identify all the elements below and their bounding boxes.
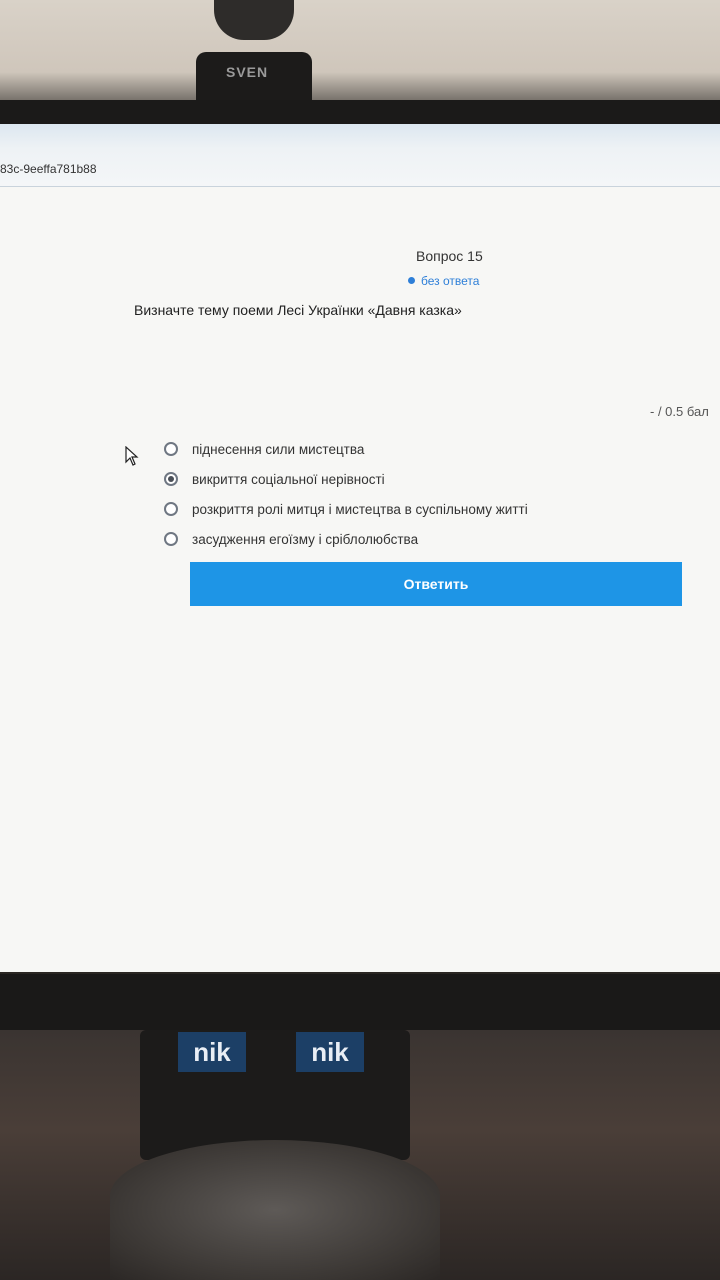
question-prompt: Визначте тему поеми Лесі Українки «Давня… xyxy=(134,302,462,318)
answer-option[interactable]: викриття соціальної нерівності xyxy=(164,464,528,494)
submit-answer-button[interactable]: Ответить xyxy=(190,562,682,606)
option-label[interactable]: викриття соціальної нерівності xyxy=(192,472,385,487)
answer-status: без ответа xyxy=(408,274,479,288)
brand-sticker: nik xyxy=(178,1032,246,1072)
radio-button[interactable] xyxy=(164,532,178,546)
option-label[interactable]: розкриття ролі митця і мистецтва в суспі… xyxy=(192,502,528,517)
answer-option[interactable]: розкриття ролі митця і мистецтва в суспі… xyxy=(164,494,528,524)
monitor-screen: 83c-9eeffa781b88 Вопрос 15 без ответа Ви… xyxy=(0,124,720,972)
radio-button[interactable] xyxy=(164,442,178,456)
radio-button[interactable] xyxy=(164,502,178,516)
brand-sticker: nik xyxy=(296,1032,364,1072)
score-indicator: - / 0.5 бал xyxy=(650,404,709,419)
answer-option[interactable]: засудження егоїзму і сріблолюбства xyxy=(164,524,528,554)
monitor-base xyxy=(110,1140,440,1280)
monitor-bezel-bottom xyxy=(0,974,720,1034)
browser-address-bar[interactable]: 83c-9eeffa781b88 xyxy=(0,124,720,187)
url-text[interactable]: 83c-9eeffa781b88 xyxy=(0,162,97,176)
answer-option[interactable]: піднесення сили мистецтва xyxy=(164,434,528,464)
webcam-mount xyxy=(214,0,294,40)
option-label[interactable]: засудження егоїзму і сріблолюбства xyxy=(192,532,418,547)
webcam-brand: SVEN xyxy=(226,64,269,80)
question-number: Вопрос 15 xyxy=(416,248,483,264)
radio-button-selected[interactable] xyxy=(164,472,178,486)
status-text: без ответа xyxy=(421,274,480,288)
answer-options: піднесення сили мистецтва викриття соціа… xyxy=(164,434,528,554)
option-label[interactable]: піднесення сили мистецтва xyxy=(192,442,364,457)
status-dot-icon xyxy=(408,277,415,284)
